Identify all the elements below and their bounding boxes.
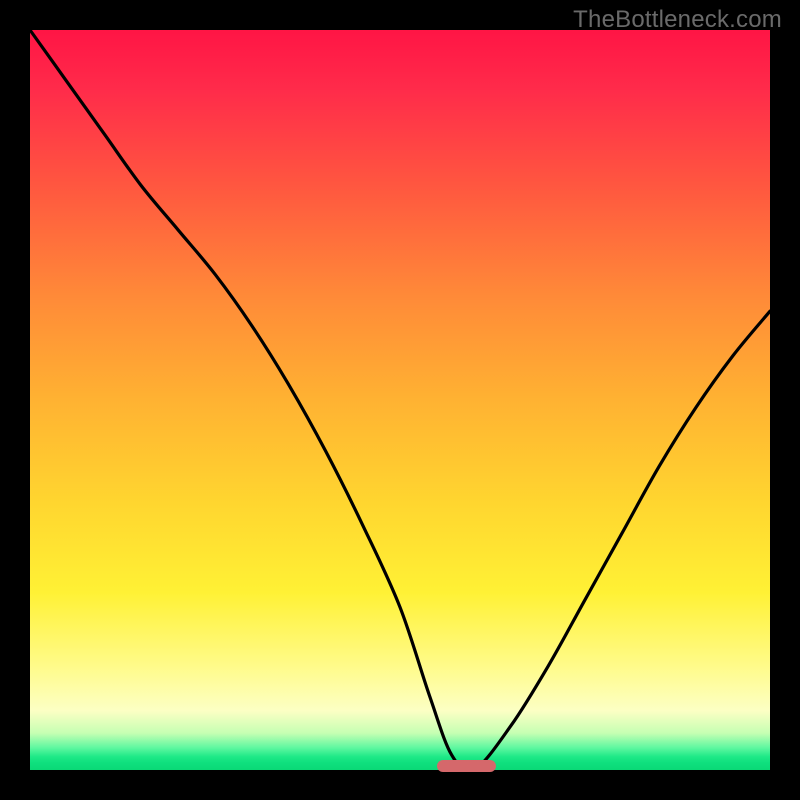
optimal-marker — [437, 760, 496, 772]
watermark-text: TheBottleneck.com — [573, 6, 782, 34]
plot-area — [30, 30, 770, 770]
chart-frame: TheBottleneck.com — [0, 0, 800, 800]
bottleneck-curve — [30, 30, 770, 770]
